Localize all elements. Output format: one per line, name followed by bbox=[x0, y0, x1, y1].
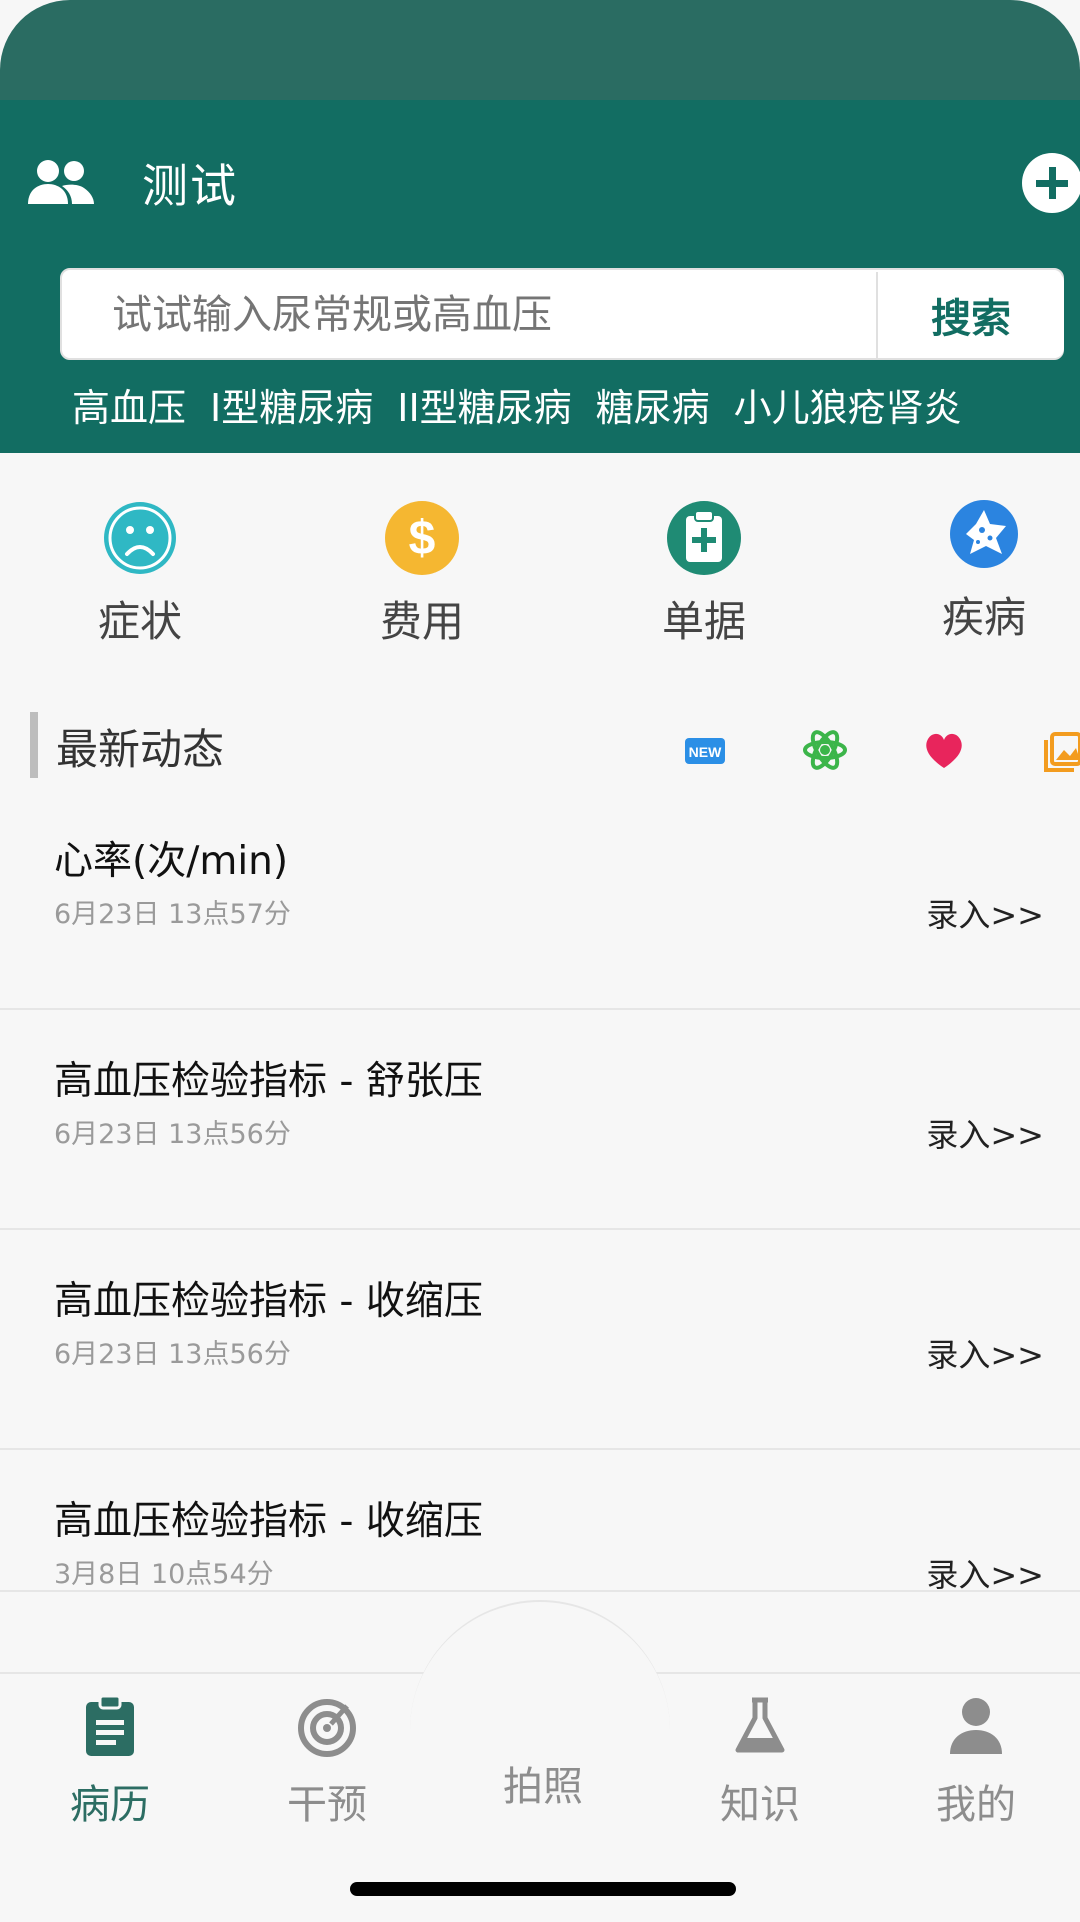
new-badge-text: NEW bbox=[689, 744, 722, 760]
feed-title: 高血压检验指标 - 收缩压 bbox=[54, 1499, 483, 1544]
tab-label: 干预 bbox=[287, 1782, 367, 1828]
list-item[interactable]: 高血压检验指标 - 收缩压 3月8日 10点54分 录入>> bbox=[0, 1450, 1080, 1592]
section-title: 最新动态 bbox=[56, 725, 225, 774]
category-cost[interactable]: $ 费用 bbox=[322, 470, 522, 650]
new-badge-icon[interactable]: NEW bbox=[684, 728, 726, 772]
quick-tag-type1-diabetes[interactable]: I型糖尿病 bbox=[210, 377, 373, 433]
page-title: 测试 bbox=[142, 159, 238, 213]
svg-text:$: $ bbox=[409, 512, 436, 565]
atom-icon[interactable] bbox=[802, 728, 848, 772]
quick-tag-hypertension[interactable]: 高血压 bbox=[72, 377, 186, 433]
sad-face-icon bbox=[104, 502, 176, 574]
camera-tab-bump bbox=[410, 1600, 670, 1742]
list-item[interactable]: 高血压检验指标 - 舒张压 6月23日 13点56分 录入>> bbox=[0, 1010, 1080, 1230]
home-indicator[interactable] bbox=[350, 1882, 736, 1896]
record-link[interactable]: 录入>> bbox=[926, 1550, 1044, 1590]
tab-label: 知识 bbox=[720, 1782, 800, 1828]
tab-intervention[interactable]: 干预 bbox=[237, 1686, 417, 1836]
list-item[interactable]: 心率(次/min) 6月23日 13点57分 录入>> bbox=[0, 790, 1080, 1010]
category-documents[interactable]: 单据 bbox=[604, 470, 804, 650]
quick-tag-diabetes[interactable]: 糖尿病 bbox=[596, 377, 710, 433]
category-label: 症状 bbox=[97, 597, 182, 646]
feed-time: 6月23日 13点56分 bbox=[54, 1339, 291, 1370]
feed-title: 高血压检验指标 - 舒张压 bbox=[54, 1059, 483, 1104]
category-disease[interactable]: 疾病 bbox=[884, 466, 1080, 646]
tab-label: 病历 bbox=[70, 1782, 150, 1828]
clipboard-plus-icon bbox=[667, 501, 741, 575]
feed-time: 3月8日 10点54分 bbox=[54, 1559, 274, 1590]
tab-records[interactable]: 病历 bbox=[20, 1686, 200, 1836]
section-accent-bar bbox=[30, 712, 38, 778]
record-link[interactable]: 录入>> bbox=[926, 1330, 1044, 1376]
add-icon[interactable] bbox=[1022, 153, 1080, 213]
record-link[interactable]: 录入>> bbox=[926, 1110, 1044, 1156]
flask-icon bbox=[735, 1697, 785, 1753]
list-item[interactable]: 高血压检验指标 - 收缩压 6月23日 13点56分 录入>> bbox=[0, 1230, 1080, 1450]
category-symptoms[interactable]: 症状 bbox=[40, 470, 240, 650]
feed-time: 6月23日 13点57分 bbox=[54, 899, 291, 930]
virus-icon bbox=[950, 500, 1018, 568]
category-label: 单据 bbox=[661, 597, 746, 646]
record-link[interactable]: 录入>> bbox=[926, 890, 1044, 936]
tab-knowledge[interactable]: 知识 bbox=[670, 1686, 850, 1836]
feed-title: 心率(次/min) bbox=[54, 839, 289, 884]
search-input[interactable] bbox=[110, 284, 894, 346]
target-icon bbox=[298, 1699, 356, 1757]
tab-label: 拍照 bbox=[503, 1764, 583, 1810]
category-grid: 症状 $ 费用 单据 疾病 bbox=[0, 470, 1080, 650]
clipboard-icon bbox=[86, 1694, 134, 1756]
heart-icon[interactable] bbox=[922, 728, 966, 772]
feed-time: 6月23日 13点56分 bbox=[54, 1119, 291, 1150]
search-box: 搜索 bbox=[60, 268, 1064, 360]
quick-tag-type2-diabetes[interactable]: II型糖尿病 bbox=[397, 377, 571, 433]
users-icon[interactable] bbox=[26, 158, 96, 208]
feed-title: 高血压检验指标 - 收缩压 bbox=[54, 1279, 483, 1324]
person-icon bbox=[950, 1698, 1002, 1754]
tab-label: 我的 bbox=[936, 1782, 1016, 1828]
search-button[interactable]: 搜索 bbox=[876, 272, 1064, 358]
section-header: 最新动态 NEW bbox=[0, 710, 1080, 780]
category-label: 费用 bbox=[379, 597, 464, 646]
status-bar bbox=[0, 0, 1080, 100]
dollar-icon: $ bbox=[385, 501, 459, 575]
gallery-icon[interactable] bbox=[1044, 728, 1080, 772]
tab-profile[interactable]: 我的 bbox=[886, 1686, 1066, 1836]
category-label: 疾病 bbox=[941, 593, 1026, 642]
quick-tags: 高血压 I型糖尿病 II型糖尿病 糖尿病 小儿狼疮肾炎 bbox=[72, 377, 1072, 433]
quick-tag-lupus-nephritis[interactable]: 小儿狼疮肾炎 bbox=[734, 377, 962, 433]
